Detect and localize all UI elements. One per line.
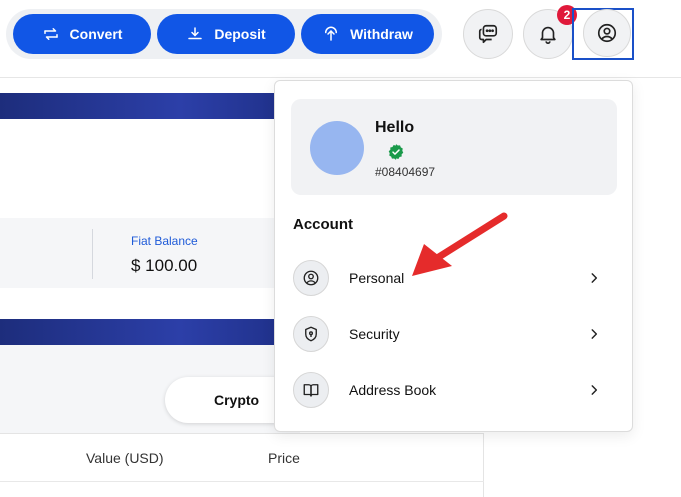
header-banner [0, 93, 300, 119]
balance-divider [92, 229, 93, 279]
chevron-right-icon [591, 273, 598, 283]
convert-icon [43, 28, 58, 40]
profile-button[interactable] [583, 9, 631, 57]
user-id: #08404697 [375, 165, 436, 179]
table-divider [0, 481, 484, 482]
section-banner [0, 319, 300, 345]
bell-icon [540, 26, 556, 44]
upload-icon [325, 26, 338, 41]
menu-item-address-book[interactable]: Address Book [293, 370, 619, 410]
menu-item-label: Personal [349, 270, 405, 286]
withdraw-button[interactable]: Withdraw [301, 14, 434, 54]
book-icon [293, 372, 329, 408]
top-bar: Convert Deposit Withdraw 2 [0, 0, 681, 78]
column-header-value: Value (USD) [86, 450, 164, 466]
column-header-price: Price [268, 450, 300, 466]
download-icon [188, 27, 203, 40]
annotation-arrow [412, 212, 508, 276]
assets-table [0, 433, 484, 497]
user-circle-icon [597, 23, 617, 43]
deposit-label: Deposit [214, 26, 266, 42]
verified-badge-icon [388, 144, 404, 160]
chat-button[interactable] [463, 9, 513, 59]
menu-item-security[interactable]: Security [293, 314, 619, 354]
withdraw-label: Withdraw [350, 26, 413, 42]
user-icon [293, 260, 329, 296]
menu-item-label: Security [349, 326, 400, 342]
fiat-balance-value: $ 100.00 [131, 256, 198, 275]
account-section-title: Account [293, 216, 353, 233]
shield-icon [293, 316, 329, 352]
balance-strip [0, 218, 300, 288]
chevron-right-icon [591, 329, 598, 339]
crypto-tab-label: Crypto [214, 392, 260, 408]
avatar [310, 121, 364, 175]
chat-icon [478, 24, 498, 44]
fiat-balance-label: Fiat Balance [131, 234, 198, 248]
convert-button[interactable]: Convert [13, 14, 151, 54]
greeting: Hello [375, 119, 415, 136]
menu-item-label: Address Book [349, 382, 437, 398]
deposit-button[interactable]: Deposit [157, 14, 295, 54]
chevron-right-icon [591, 385, 598, 395]
convert-label: Convert [69, 26, 123, 42]
user-card: Hello #08404697 [291, 99, 617, 195]
action-button-group: Convert Deposit Withdraw [6, 9, 442, 59]
